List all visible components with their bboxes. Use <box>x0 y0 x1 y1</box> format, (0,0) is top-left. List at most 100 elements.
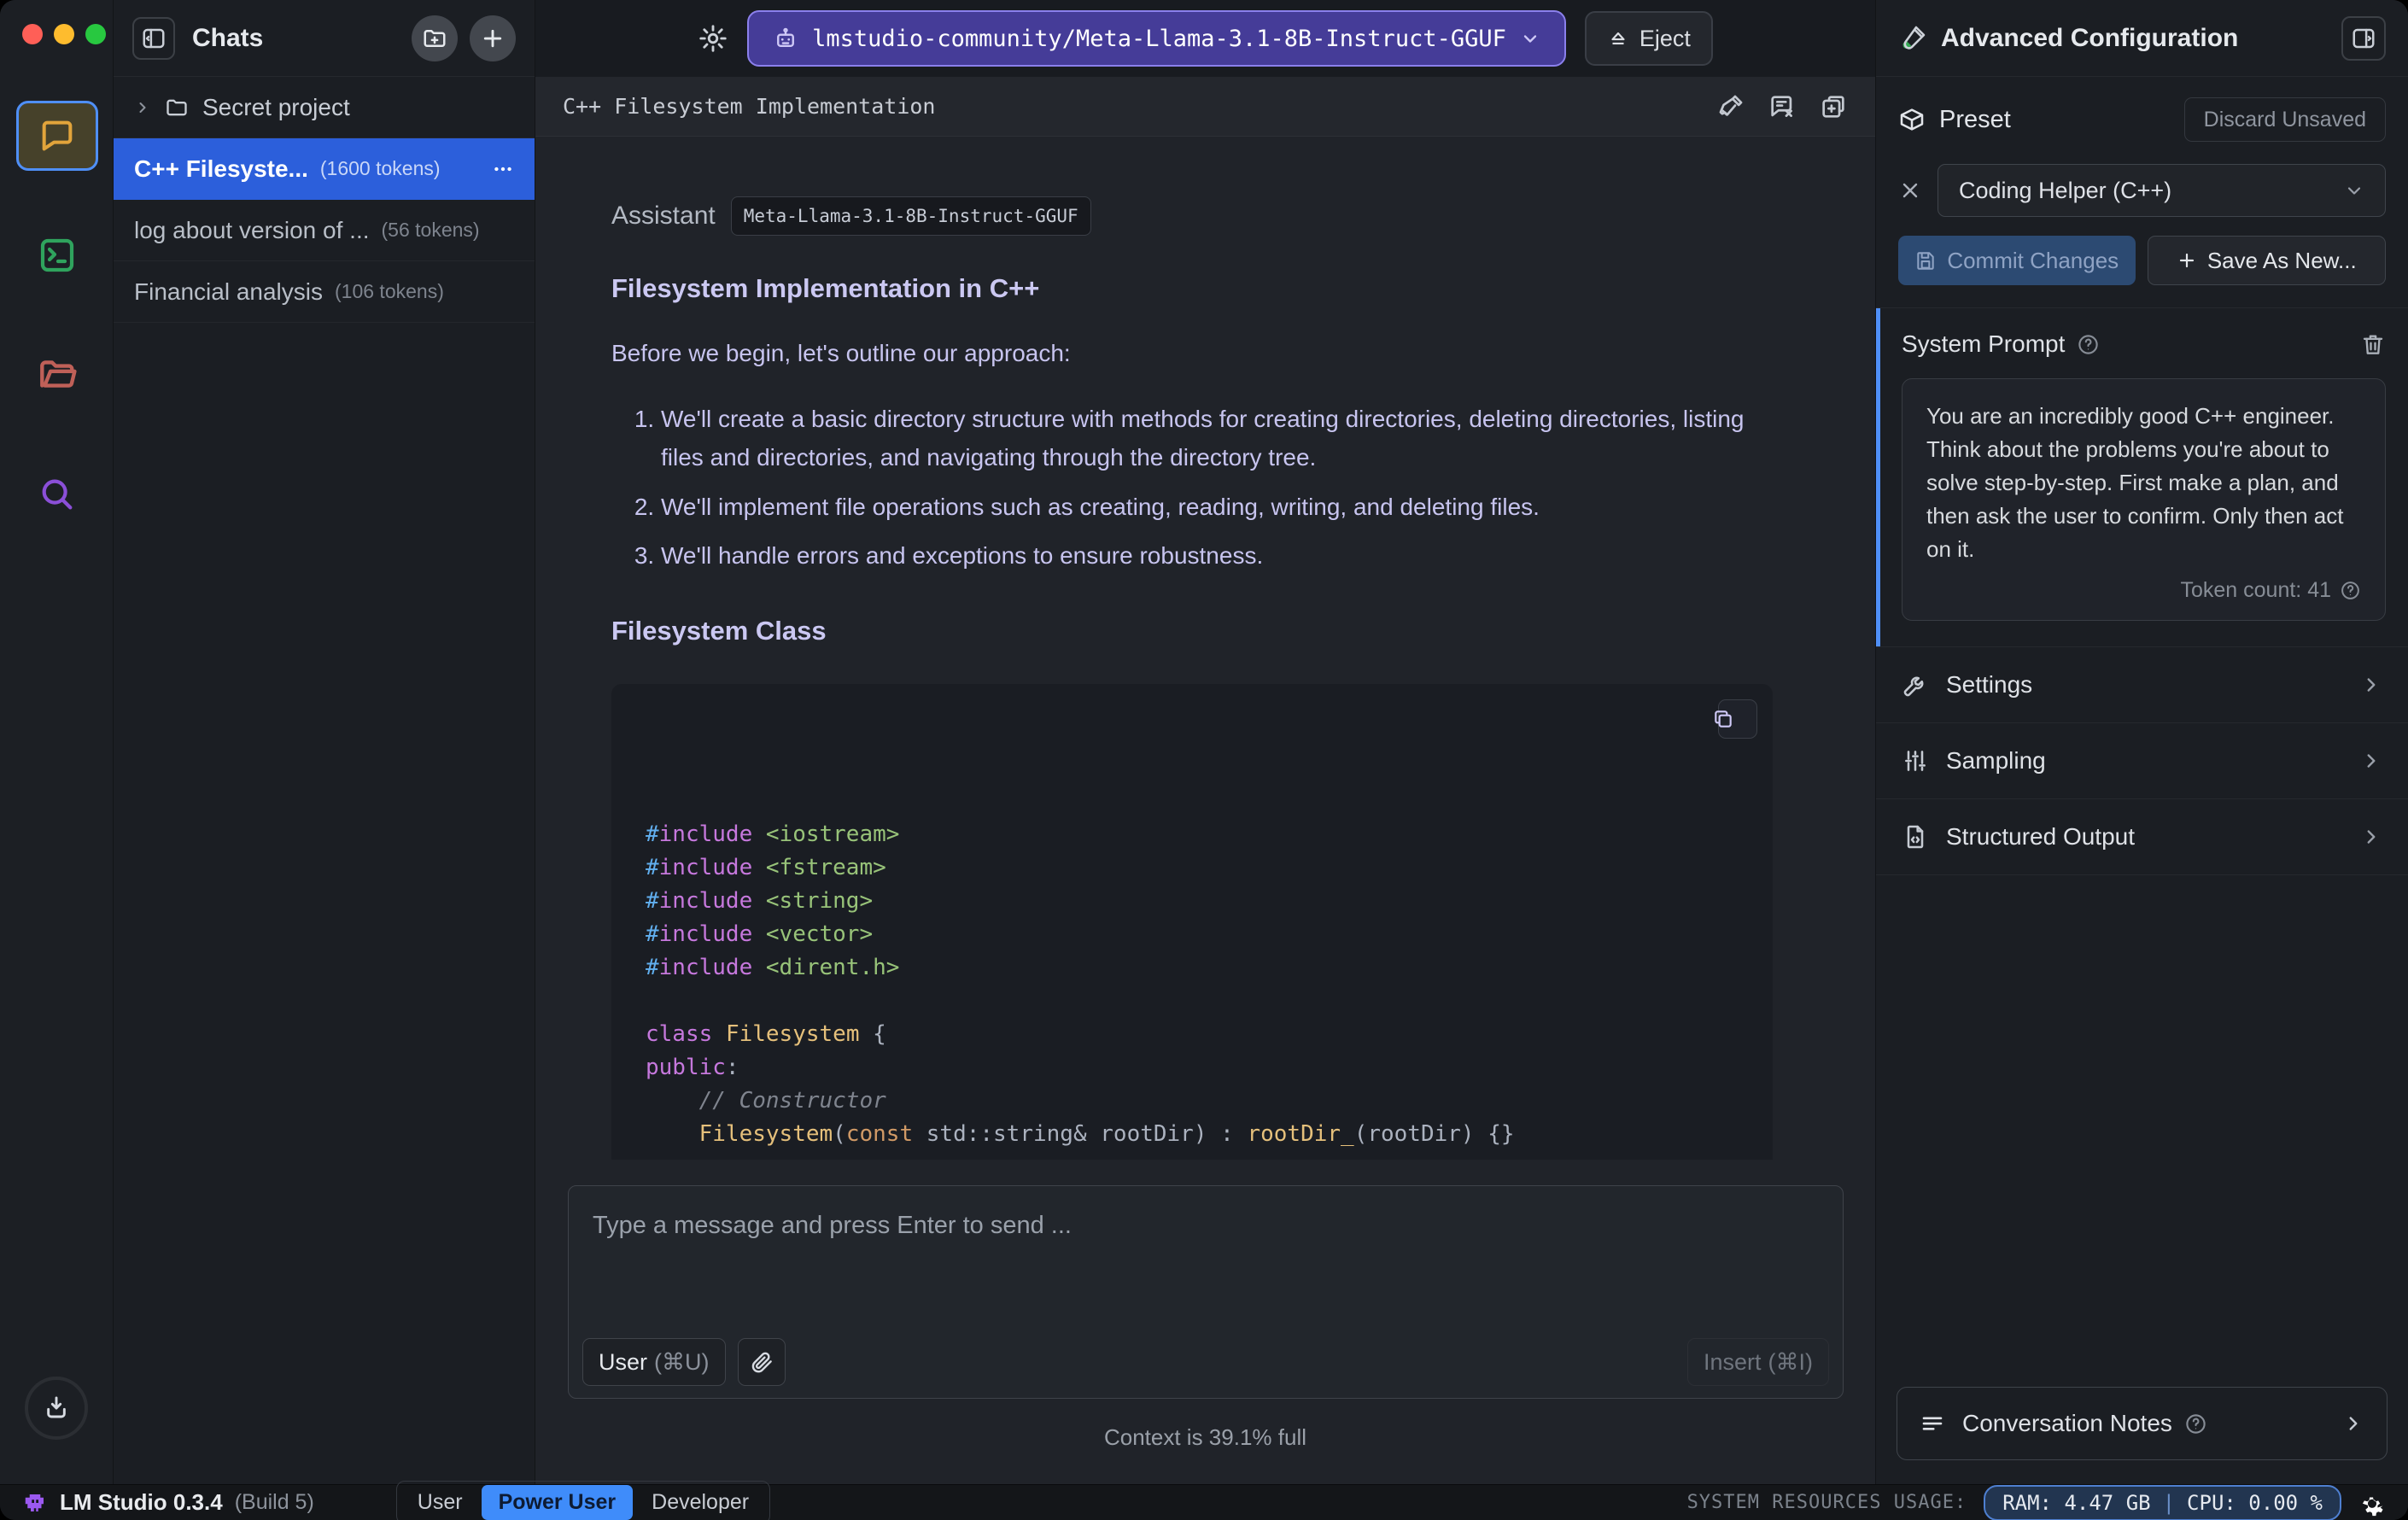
lmstudio-logo-icon <box>22 1490 48 1516</box>
folder-name: Secret project <box>202 93 350 120</box>
message-input-placeholder: Type a message and press Enter to send .… <box>593 1212 1072 1239</box>
resources-usage-pill[interactable]: RAM: 4.47 GB | CPU: 0.00 % <box>1984 1484 2341 1520</box>
sidebar-title: Chats <box>192 23 264 52</box>
tier-user[interactable]: User <box>400 1485 480 1520</box>
attach-file-button[interactable] <box>737 1338 786 1386</box>
gear-icon <box>698 23 728 54</box>
nav-developer[interactable] <box>16 220 98 290</box>
save-icon <box>1914 249 1937 272</box>
preset-dropdown[interactable]: Coding Helper (C++) <box>1938 164 2386 217</box>
duplicate-plus-icon <box>1819 92 1848 121</box>
new-chat-button[interactable] <box>470 15 516 61</box>
code-line: #include <string> <box>646 888 874 915</box>
role-shortcut: (⌘U) <box>654 1348 710 1375</box>
collapse-panel-button[interactable] <box>2341 15 2386 61</box>
chevron-right-icon <box>2360 826 2382 848</box>
section-structured-output[interactable]: Structured Output <box>1876 799 2408 875</box>
assistant-model-badge: Meta-Llama-3.1-8B-Instruct-GGUF <box>730 196 1091 236</box>
zoom-window-button[interactable] <box>85 24 106 44</box>
close-icon <box>1898 178 1922 202</box>
model-titlebar: lmstudio-community/Meta-Llama-3.1-8B-Ins… <box>535 0 1875 77</box>
eject-icon <box>1607 27 1629 50</box>
commit-changes-label: Commit Changes <box>1947 247 2119 273</box>
commit-changes-button[interactable]: Commit Changes <box>1898 236 2136 285</box>
composer-area: Type a message and press Enter to send .… <box>535 1160 1875 1484</box>
chat-more-icon[interactable] <box>492 158 514 180</box>
code-line: #include <dirent.h> <box>646 955 900 981</box>
conversation-notes-button[interactable]: Conversation Notes <box>1897 1387 2388 1460</box>
clear-preset-button[interactable] <box>1898 178 1922 202</box>
sidebar-header: Chats <box>114 0 535 77</box>
plus-icon <box>2177 250 2197 271</box>
app-settings-button[interactable] <box>2358 1489 2386 1517</box>
system-prompt-editor[interactable]: You are an incredibly good C++ engineer.… <box>1902 378 2386 621</box>
approach-list: We'll create a basic directory structure… <box>611 400 1773 575</box>
copy-icon <box>1712 682 1762 756</box>
section-sampling[interactable]: Sampling <box>1876 723 2408 799</box>
assistant-role-label: Assistant <box>611 202 716 230</box>
copy-code-button[interactable] <box>1715 699 1757 740</box>
chat-list-item[interactable]: C++ Filesyste... (1600 tokens) <box>114 138 535 200</box>
system-prompt-text: You are an incredibly good C++ engineer.… <box>1926 403 2344 562</box>
model-settings-gear-button[interactable] <box>698 23 728 54</box>
chat-clear-icon <box>1768 92 1797 121</box>
preset-value: Coding Helper (C++) <box>1959 177 2172 203</box>
clear-conversation-button[interactable] <box>1768 92 1797 121</box>
search-icon <box>38 475 77 514</box>
delete-system-prompt-button[interactable] <box>2360 331 2386 357</box>
discard-unsaved-button[interactable]: Discard Unsaved <box>2183 97 2386 142</box>
code-line: class Filesystem { <box>646 1021 886 1048</box>
chevron-right-icon <box>2360 674 2382 696</box>
close-window-button[interactable] <box>22 24 43 44</box>
tier-power-user[interactable]: Power User <box>481 1485 634 1520</box>
chats-sidebar: Chats Secret project C++ Filesyste... (1… <box>114 0 535 1484</box>
panel-right-icon <box>2351 26 2376 51</box>
panel-left-icon <box>141 26 167 51</box>
paperclip-icon <box>749 1349 774 1375</box>
role-label: User <box>599 1348 648 1375</box>
approach-step: We'll create a basic directory structure… <box>661 400 1773 477</box>
cpu-usage: CPU: 0.00 % <box>2187 1490 2323 1515</box>
system-prompt-label: System Prompt <box>1902 330 2066 357</box>
nav-my-models[interactable] <box>16 340 98 410</box>
chevron-right-icon <box>134 99 151 116</box>
message-input[interactable]: Type a message and press Enter to send .… <box>568 1185 1844 1399</box>
chat-list-item[interactable]: log about version of ... (56 tokens) <box>114 200 535 261</box>
lm-studio-window: Chats Secret project C++ Filesyste... (1… <box>0 0 2408 1520</box>
section-settings[interactable]: Settings <box>1876 647 2408 723</box>
insert-button[interactable]: Insert (⌘I) <box>1686 1338 1829 1386</box>
chat-list-item[interactable]: Financial analysis (106 tokens) <box>114 261 535 323</box>
save-as-new-button[interactable]: Save As New... <box>2147 236 2386 285</box>
system-prompt-section: System Prompt You are an incredibly good… <box>1876 307 2408 647</box>
duplicate-chat-button[interactable] <box>1819 92 1848 121</box>
chevron-down-icon <box>1520 28 1540 49</box>
help-circle-icon <box>2184 1412 2207 1435</box>
chat-title: C++ Filesyste... <box>134 155 308 182</box>
help-circle-icon <box>2340 580 2361 601</box>
app-build: (Build 5) <box>234 1490 314 1514</box>
loaded-model-selector[interactable]: lmstudio-community/Meta-Llama-3.1-8B-Ins… <box>747 10 1566 67</box>
nav-discover[interactable] <box>16 459 98 529</box>
role-selector-button[interactable]: User (⌘U) <box>582 1338 726 1386</box>
message-intro: Before we begin, let's outline our appro… <box>611 340 1071 366</box>
token-count: Token count: 41 <box>2180 578 2331 602</box>
folder-secret-project[interactable]: Secret project <box>114 77 535 138</box>
eject-model-button[interactable]: Eject <box>1584 11 1713 66</box>
collapse-sidebar-button[interactable] <box>132 16 175 60</box>
minimize-window-button[interactable] <box>54 24 74 44</box>
chat-token-count: (106 tokens) <box>335 280 444 302</box>
chat-header: C++ Filesystem Implementation <box>535 77 1875 137</box>
main-area: lmstudio-community/Meta-Llama-3.1-8B-Ins… <box>535 0 1875 1484</box>
tier-developer[interactable]: Developer <box>634 1485 766 1520</box>
trash-icon <box>2360 331 2386 357</box>
panel-title: Advanced Configuration <box>1941 23 2239 52</box>
app-version: LM Studio 0.3.4 <box>60 1489 223 1515</box>
new-folder-button[interactable] <box>412 15 458 61</box>
chat-title: Financial analysis <box>134 278 323 305</box>
cosmetics-button[interactable] <box>1716 92 1745 121</box>
downloads-button[interactable] <box>25 1377 88 1440</box>
terminal-icon <box>37 235 78 276</box>
settings-label: Settings <box>1946 671 2033 698</box>
nav-chat[interactable] <box>15 101 98 171</box>
code-line: #include <iostream> <box>646 821 900 848</box>
